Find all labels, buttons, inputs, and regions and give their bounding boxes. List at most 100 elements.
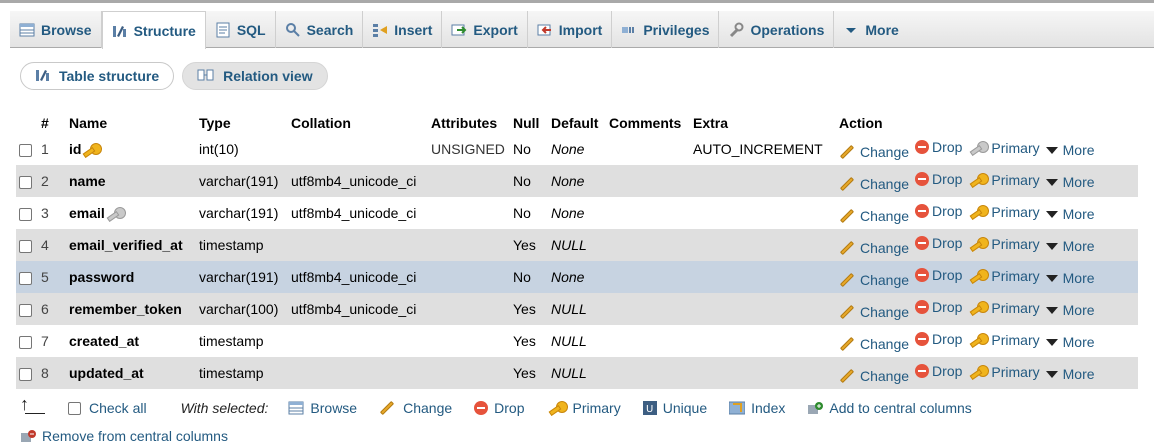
row-checkbox[interactable]	[19, 367, 32, 381]
check-all-label[interactable]: Check all	[89, 400, 147, 416]
primary-link[interactable]: Primary	[968, 204, 1040, 220]
row-checkbox-cell[interactable]	[16, 293, 38, 325]
change-link[interactable]: Change	[839, 304, 909, 320]
row-checkbox[interactable]	[19, 207, 32, 221]
drop-link[interactable]: Drop	[915, 171, 962, 187]
change-link[interactable]: Change	[839, 144, 909, 160]
row-comments	[606, 229, 690, 261]
tab-search[interactable]: Search	[276, 11, 364, 48]
row-checkbox-cell[interactable]	[16, 133, 38, 165]
insert-icon	[372, 22, 388, 38]
tab-export[interactable]: Export	[442, 11, 528, 48]
tab-insert[interactable]: Insert	[363, 11, 443, 48]
bulk-add-central-button[interactable]: Add to central columns	[807, 400, 972, 416]
pencil-icon	[839, 176, 855, 191]
more-link[interactable]: More	[1045, 270, 1095, 286]
row-checkbox-cell[interactable]	[16, 197, 38, 229]
col-name[interactable]: Name	[66, 113, 196, 133]
table-row[interactable]: 4 email_verified_at timestamp Yes NULL Change…	[16, 229, 1138, 261]
change-link[interactable]: Change	[839, 272, 909, 288]
bulk-drop-button[interactable]: Drop	[474, 400, 525, 416]
change-link[interactable]: Change	[839, 208, 909, 224]
check-all[interactable]: Check all	[68, 400, 147, 416]
row-name-cell: created_at	[66, 325, 196, 357]
row-checkbox[interactable]	[19, 271, 32, 285]
primary-link[interactable]: Primary	[968, 267, 1040, 284]
row-checkbox-cell[interactable]	[16, 357, 38, 389]
col-num: #	[38, 113, 66, 133]
bulk-unique-button[interactable]: U Unique	[642, 400, 708, 416]
change-link[interactable]: Change	[839, 368, 909, 384]
primary-link[interactable]: Primary	[968, 236, 1040, 252]
arrow-up-icon	[20, 394, 46, 416]
primary-link[interactable]: Primary	[968, 172, 1040, 188]
row-checkbox-cell[interactable]	[16, 165, 38, 197]
more-link[interactable]: More	[1045, 302, 1095, 318]
drop-link[interactable]: Drop	[915, 235, 962, 251]
index-icon	[729, 401, 746, 415]
more-link[interactable]: More	[1045, 366, 1095, 382]
tab-more[interactable]: More	[834, 11, 907, 48]
change-link[interactable]: Change	[839, 176, 909, 192]
row-checkbox[interactable]	[19, 175, 32, 189]
tab-import[interactable]: Import	[528, 11, 613, 48]
bulk-remove-central-button[interactable]: Remove from central columns	[20, 428, 228, 444]
bulk-browse-button[interactable]: Browse	[288, 400, 357, 416]
row-checkbox[interactable]	[19, 239, 32, 253]
bulk-unique-label: Unique	[662, 400, 708, 416]
subtab-relation-view[interactable]: Relation view	[182, 62, 328, 90]
row-checkbox-cell[interactable]	[16, 229, 38, 261]
key-icon	[970, 172, 990, 186]
more-link[interactable]: More	[1045, 174, 1095, 190]
row-name-cell: updated_at	[66, 357, 196, 389]
subtab-table-structure[interactable]: Table structure	[20, 62, 175, 90]
structure-table: # Name Type Collation Attributes Null De…	[16, 113, 1138, 389]
table-row[interactable]: 2 name varchar(191) utf8mb4_unicode_ci No Non…	[16, 165, 1138, 197]
pencil-icon	[380, 400, 395, 416]
row-checkbox-cell[interactable]	[16, 325, 38, 357]
more-link[interactable]: More	[1045, 206, 1095, 222]
more-link[interactable]: More	[1045, 238, 1095, 254]
drop-link[interactable]: Drop	[915, 331, 962, 347]
drop-link[interactable]: Drop	[915, 203, 962, 219]
table-row[interactable]: 8 updated_at timestamp Yes NULL Change Drop Pri…	[16, 357, 1138, 389]
more-link[interactable]: More	[1045, 142, 1095, 158]
primary-link[interactable]: Primary	[968, 332, 1040, 348]
tab-structure[interactable]: Structure	[101, 11, 206, 49]
table-row[interactable]: 1 id int(10) UNSIGNED No None AUTO_INCREMENT Ch…	[16, 133, 1138, 165]
drop-link[interactable]: Drop	[915, 139, 962, 155]
check-all-checkbox[interactable]	[68, 401, 81, 415]
row-name-cell: remember_token	[66, 293, 196, 325]
table-row[interactable]: 5 password varchar(191) utf8mb4_unicode_ci N…	[16, 261, 1138, 293]
chevron-down-icon	[1045, 242, 1058, 250]
drop-link[interactable]: Drop	[915, 363, 962, 379]
more-link[interactable]: More	[1045, 334, 1095, 350]
change-link[interactable]: Change	[839, 336, 909, 352]
top-border	[0, 0, 1154, 5]
tab-privileges[interactable]: Privileges	[612, 11, 720, 48]
row-name-cell: name	[66, 165, 196, 197]
change-link[interactable]: Change	[839, 240, 909, 256]
table-row[interactable]: 6 remember_token varchar(100) utf8mb4_unico…	[16, 293, 1138, 325]
row-checkbox[interactable]	[19, 335, 32, 349]
primary-link[interactable]: Primary	[968, 300, 1040, 316]
row-checkbox-cell[interactable]	[16, 261, 38, 293]
tab-sql[interactable]: SQL	[206, 11, 276, 48]
bulk-primary-label: Primary	[572, 400, 621, 416]
bulk-primary-button[interactable]: Primary	[547, 400, 621, 416]
primary-label: Primary	[991, 267, 1040, 284]
bulk-change-button[interactable]: Change	[379, 400, 452, 416]
primary-link[interactable]: Primary	[968, 364, 1040, 380]
bulk-index-button[interactable]: Index	[729, 400, 785, 416]
primary-link[interactable]: Primary	[968, 140, 1040, 156]
drop-link[interactable]: Drop	[915, 267, 962, 283]
drop-link[interactable]: Drop	[915, 299, 962, 315]
row-checkbox[interactable]	[19, 143, 32, 157]
tab-operations[interactable]: Operations	[719, 11, 835, 48]
tab-browse[interactable]: Browse	[10, 11, 102, 48]
col-collation: Collation	[288, 113, 428, 133]
row-checkbox[interactable]	[19, 303, 32, 317]
col-default: Default	[548, 113, 606, 133]
table-row[interactable]: 3 email varchar(191) utf8mb4_unicode_ci No No…	[16, 197, 1138, 229]
table-row[interactable]: 7 created_at timestamp Yes NULL Change Drop Pri…	[16, 325, 1138, 357]
